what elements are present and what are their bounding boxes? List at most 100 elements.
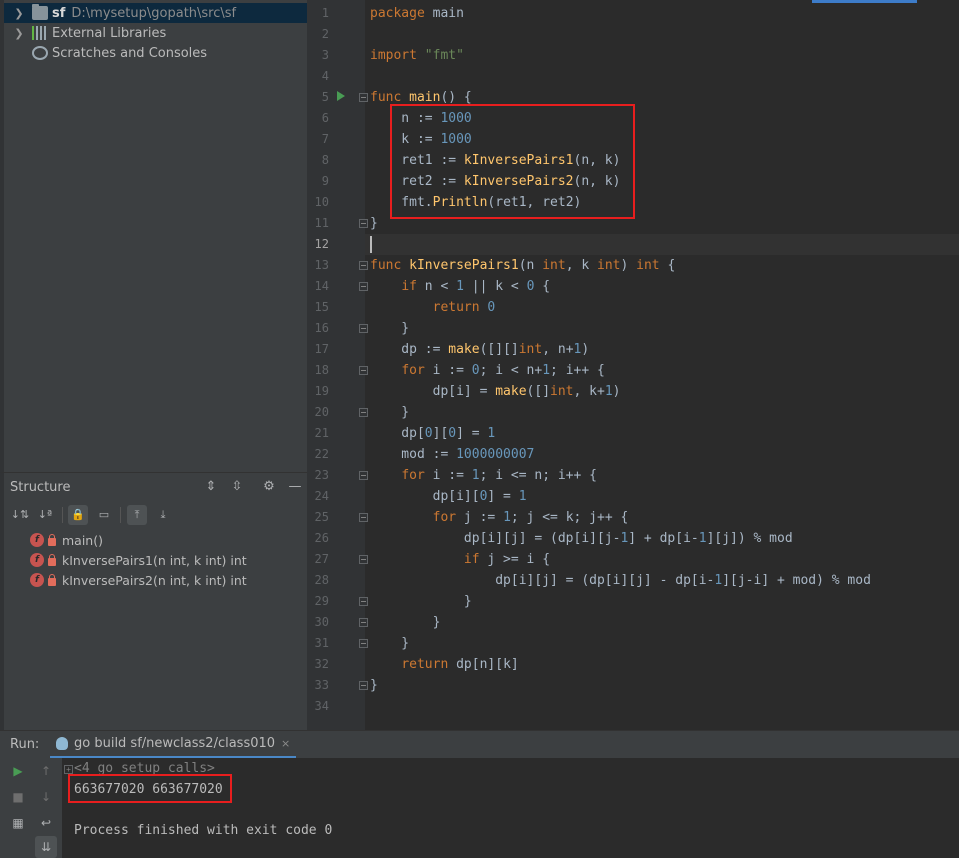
run-gutter-icon[interactable] — [337, 91, 345, 101]
code-line[interactable]: dp := make([][]int, n+1) — [370, 339, 589, 360]
code-line[interactable]: mod := 1000000007 — [370, 444, 534, 465]
scroll-up-icon[interactable]: ↑ — [35, 760, 57, 782]
scroll-to-end-icon[interactable]: ⇊ — [35, 836, 57, 858]
scratches-item[interactable]: Scratches and Consoles — [4, 43, 307, 63]
line-number: 17 — [314, 342, 329, 356]
line-number: 32 — [314, 657, 329, 671]
folder-icon — [32, 4, 48, 20]
run-config-tab[interactable]: go build sf/newclass2/class010 × — [50, 731, 297, 759]
fold-marker-icon[interactable] — [359, 366, 368, 375]
fold-marker-icon[interactable] — [359, 408, 368, 417]
line-number: 19 — [314, 384, 329, 398]
code-editor[interactable]: 1 2 3 4 5 6 7 8 9 10 11 12 13 14 15 16 17 18 19 20 21 22 23 24 2… — [307, 0, 959, 730]
current-line-highlight — [365, 234, 959, 255]
scroll-down-icon[interactable]: ↓ — [35, 786, 57, 808]
code-line[interactable]: func kInversePairs1(n int, k int) int { — [370, 255, 675, 276]
structure-item-label: kInversePairs1(n int, k int) int — [62, 552, 247, 568]
line-number: 20 — [314, 405, 329, 419]
code-line[interactable]: return dp[n][k] — [370, 654, 518, 675]
code-line[interactable]: } — [370, 591, 472, 612]
code-line[interactable]: } — [370, 612, 441, 633]
autoscroll-to-source-icon[interactable]: ⤒ — [127, 505, 147, 525]
code-line[interactable]: import "fmt" — [370, 45, 464, 66]
line-number: 33 — [314, 678, 329, 692]
editor-tab-indicator — [812, 0, 917, 3]
code-line[interactable]: } — [370, 402, 409, 423]
line-number: 16 — [314, 321, 329, 335]
code-line[interactable]: dp[i] = make([]int, k+1) — [370, 381, 621, 402]
fold-marker-icon[interactable] — [359, 471, 368, 480]
fold-marker-icon[interactable] — [359, 219, 368, 228]
collapse-all-icon[interactable]: ⇳ — [229, 479, 245, 495]
line-number: 1 — [321, 6, 329, 20]
expand-all-icon[interactable]: ⇕ — [203, 479, 219, 495]
console-exit-line: Process finished with exit code 0 — [74, 823, 333, 838]
close-icon[interactable]: × — [281, 737, 290, 750]
code-line[interactable]: for i := 0; i < n+1; i++ { — [370, 360, 605, 381]
fold-marker-icon[interactable] — [359, 555, 368, 564]
line-number: 15 — [314, 300, 329, 314]
project-root-sf[interactable]: ❯ sf D:\mysetup\gopath\src\sf — [4, 3, 307, 23]
stop-icon[interactable]: ■ — [7, 786, 29, 808]
code-line[interactable]: dp[i][0] = 1 — [370, 486, 527, 507]
fold-marker-icon[interactable] — [359, 261, 368, 270]
code-line[interactable]: dp[i][j] = (dp[i][j-1] + dp[i-1][j]) % m… — [370, 528, 793, 549]
line-number: 10 — [314, 195, 329, 209]
fold-marker-icon[interactable] — [359, 618, 368, 627]
rerun-icon[interactable]: ▶ — [7, 760, 29, 782]
line-number: 5 — [321, 90, 329, 104]
fold-marker-icon[interactable] — [359, 324, 368, 333]
code-line[interactable]: package main — [370, 3, 464, 24]
fold-marker-icon[interactable] — [359, 282, 368, 291]
code-line[interactable]: } — [370, 633, 409, 654]
lock-icon — [48, 553, 56, 566]
fold-marker-icon[interactable] — [359, 597, 368, 606]
sort-by-visibility-icon[interactable]: ↓⇅ — [10, 505, 30, 525]
fold-marker-icon[interactable] — [359, 93, 368, 102]
lock-icon — [48, 533, 56, 546]
gear-icon[interactable]: ⚙ — [261, 479, 277, 495]
run-toolbar: ▶ ↑ ■ ↓ ▦ ↩ ⇊ — [0, 758, 62, 858]
fold-marker-icon[interactable] — [359, 639, 368, 648]
code-line[interactable]: dp[i][j] = (dp[i][j] - dp[i-1][j-i] + mo… — [370, 570, 871, 591]
structure-item[interactable]: f main() — [30, 530, 103, 550]
highlight-box-output — [68, 774, 232, 803]
code-line[interactable]: return 0 — [370, 297, 496, 318]
line-number: 2 — [321, 27, 329, 41]
structure-item[interactable]: f kInversePairs2(n int, k int) int — [30, 570, 247, 590]
code-line[interactable]: for i := 1; i <= n; i++ { — [370, 465, 597, 486]
sort-alphabetically-icon[interactable]: ↓ª — [35, 505, 55, 525]
expand-icon[interactable]: + — [64, 765, 73, 774]
line-number: 8 — [321, 153, 329, 167]
show-fields-icon[interactable]: ▭ — [94, 505, 114, 525]
code-line[interactable]: if j >= i { — [370, 549, 550, 570]
console-output[interactable]: + <4 go setup calls> 663677020 663677020… — [62, 758, 959, 858]
scratches-label: Scratches and Consoles — [52, 45, 208, 61]
layout-icon[interactable]: ▦ — [7, 812, 29, 834]
code-line[interactable]: for j := 1; j <= k; j++ { — [370, 507, 629, 528]
project-root-name: sf — [52, 5, 66, 21]
chevron-right-icon[interactable]: ❯ — [12, 27, 26, 40]
autoscroll-from-source-icon[interactable]: ⤓ — [153, 505, 173, 525]
code-line[interactable]: dp[0][0] = 1 — [370, 423, 495, 444]
line-number: 24 — [314, 489, 329, 503]
show-non-public-icon[interactable]: 🔒 — [68, 505, 88, 525]
structure-item[interactable]: f kInversePairs1(n int, k int) int — [30, 550, 247, 570]
line-number: 27 — [314, 552, 329, 566]
soft-wrap-icon[interactable]: ↩ — [35, 812, 57, 834]
highlight-box-main-body — [390, 104, 635, 219]
run-label: Run: — [10, 737, 40, 752]
external-libraries-item[interactable]: ❯ External Libraries — [4, 23, 307, 43]
code-line[interactable]: } — [370, 213, 378, 234]
minimize-icon[interactable]: — — [287, 479, 303, 495]
chevron-right-icon[interactable]: ❯ — [12, 7, 26, 20]
line-number: 31 — [314, 636, 329, 650]
fold-marker-icon[interactable] — [359, 681, 368, 690]
code-line[interactable]: } — [370, 675, 378, 696]
fold-marker-icon[interactable] — [359, 513, 368, 522]
line-number: 34 — [314, 699, 329, 713]
code-line[interactable]: } — [370, 318, 409, 339]
code-line[interactable]: if n < 1 || k < 0 { — [370, 276, 550, 297]
line-number: 22 — [314, 447, 329, 461]
line-number: 18 — [314, 363, 329, 377]
